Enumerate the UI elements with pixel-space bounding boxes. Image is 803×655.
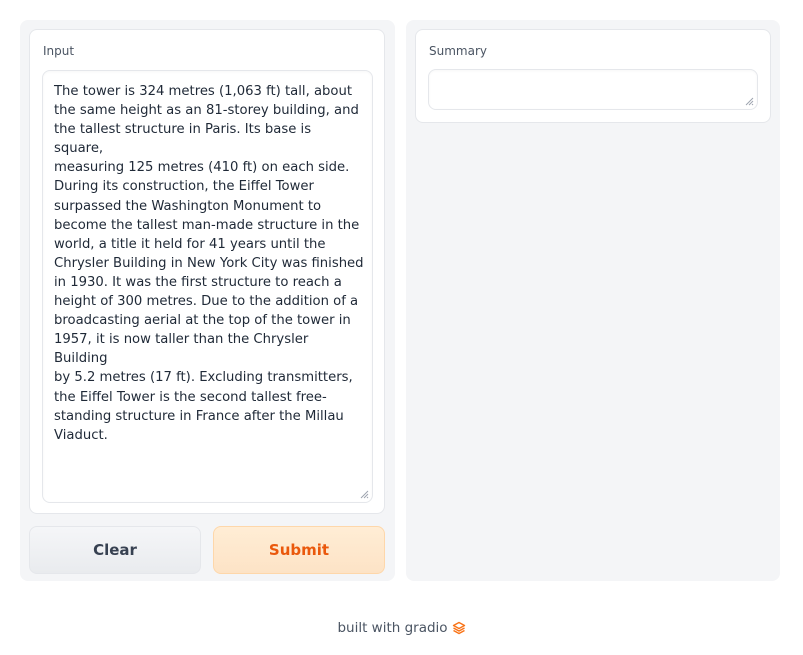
summary-panel: Summary <box>415 29 771 123</box>
input-panel: Input The tower is 324 metres (1,063 ft)… <box>29 29 385 514</box>
input-label: Input <box>43 44 75 58</box>
clear-button[interactable]: Clear <box>29 526 201 574</box>
gradio-link[interactable]: built with gradio <box>337 620 465 636</box>
resize-handle-icon[interactable] <box>745 97 754 106</box>
summary-textarea[interactable] <box>428 69 758 110</box>
input-column: Input The tower is 324 metres (1,063 ft)… <box>20 20 395 581</box>
output-column: Summary <box>406 20 780 581</box>
gradio-logo-icon <box>452 621 465 635</box>
summary-label: Summary <box>429 44 487 58</box>
submit-button[interactable]: Submit <box>213 526 385 574</box>
resize-handle-icon[interactable] <box>360 490 369 499</box>
input-textarea[interactable]: The tower is 324 metres (1,063 ft) tall,… <box>42 70 373 503</box>
input-text[interactable]: The tower is 324 metres (1,063 ft) tall,… <box>54 82 364 445</box>
footer: built with gradio <box>0 620 803 636</box>
footer-text: built with gradio <box>337 620 448 636</box>
